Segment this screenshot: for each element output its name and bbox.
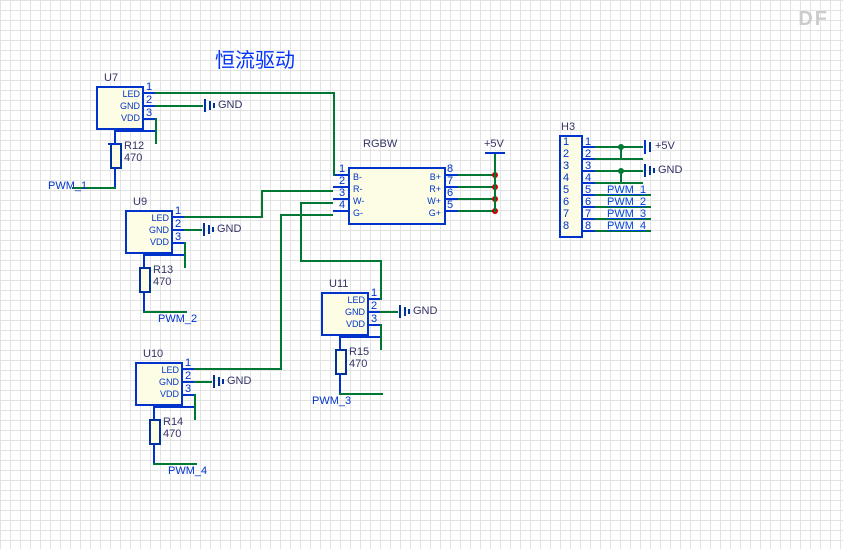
h3-net-pwm1: PWM_1 (607, 184, 646, 196)
watermark: DF (798, 8, 829, 31)
pin-bminus: B- (353, 172, 362, 182)
pin-label-led: LED (161, 365, 179, 375)
resistor-r12[interactable] (110, 143, 122, 169)
h3-num: 4 (563, 172, 569, 184)
designator-r13: R13 (153, 264, 173, 276)
gnd-label: GND (413, 305, 437, 317)
pin-label-gnd: GND (159, 377, 179, 387)
driver-u9[interactable]: LED GND VDD (125, 210, 173, 254)
gnd-label: GND (218, 99, 242, 111)
h3-net-pwm4: PWM_4 (607, 220, 646, 232)
value-r14: 470 (163, 428, 181, 440)
designator-r15: R15 (349, 346, 369, 358)
designator-u10: U10 (143, 348, 163, 360)
h3-num: 1 (563, 136, 569, 148)
schematic-title: 恒流驱动 (215, 44, 295, 73)
gnd-label: GND (227, 375, 251, 387)
h3-num: 8 (563, 220, 569, 232)
h3-net-pwm3: PWM_3 (607, 208, 646, 220)
pin-wminus: W- (353, 196, 364, 206)
h3-num: 6 (563, 196, 569, 208)
schematic-canvas: { "title": "恒流驱动", "watermark": "DF", "d… (0, 0, 843, 549)
netlabel-pwm1: PWM_1 (48, 180, 87, 192)
power-bar (485, 152, 505, 154)
pin-label-vdd: VDD (150, 237, 169, 247)
designator-u9: U9 (133, 196, 147, 208)
pin-gplus: G+ (429, 208, 441, 218)
pin-label-vdd: VDD (121, 113, 140, 123)
designator-r14: R14 (163, 416, 183, 428)
pin-label-gnd: GND (345, 307, 365, 317)
pin-label-vdd: VDD (346, 319, 365, 329)
h3-num: 5 (563, 184, 569, 196)
designator-u11: U11 (329, 278, 348, 290)
resistor-r15[interactable] (335, 349, 347, 375)
h3-num: 2 (563, 148, 569, 160)
driver-u7[interactable]: LED GND VDD (96, 86, 144, 130)
h3-gnd: GND (658, 164, 682, 176)
h3-net-pwm2: PWM_2 (607, 196, 646, 208)
resistor-r13[interactable] (139, 267, 151, 293)
pin-label-led: LED (347, 295, 365, 305)
pin-label-led: LED (122, 89, 140, 99)
pin-label-led: LED (151, 213, 169, 223)
pin-wplus: W+ (427, 196, 441, 206)
designator-u7: U7 (104, 72, 118, 84)
pin-label-gnd: GND (120, 101, 140, 111)
value-r13: 470 (153, 276, 171, 288)
pin-label-vdd: VDD (160, 389, 179, 399)
gnd-label: GND (217, 223, 241, 235)
netlabel-pwm2: PWM_2 (158, 313, 197, 325)
value-r12: 470 (124, 152, 142, 164)
pin-rplus: R+ (429, 184, 441, 194)
netlabel-pwm3: PWM_3 (312, 395, 351, 407)
driver-u10[interactable]: LED GND VDD (135, 362, 183, 406)
pin-gminus: G- (353, 208, 363, 218)
power-5v: +5V (484, 138, 504, 150)
h3-num: 7 (563, 208, 569, 220)
rgbw-connector[interactable]: B- R- W- G- B+ R+ W+ G+ (348, 167, 446, 225)
designator-rgbw: RGBW (363, 138, 397, 150)
h3-power-5v: +5V (655, 140, 675, 152)
driver-u11[interactable]: LED GND VDD (321, 292, 369, 336)
pin-bplus: B+ (430, 172, 441, 182)
designator-h3: H3 (561, 121, 575, 133)
value-r15: 470 (349, 358, 367, 370)
netlabel-pwm4: PWM_4 (168, 465, 207, 477)
resistor-r14[interactable] (149, 419, 161, 445)
pin-label-gnd: GND (149, 225, 169, 235)
pin-rminus: R- (353, 184, 363, 194)
gnd-sym (204, 99, 206, 112)
designator-r12: R12 (124, 140, 144, 152)
h3-num: 3 (563, 160, 569, 172)
